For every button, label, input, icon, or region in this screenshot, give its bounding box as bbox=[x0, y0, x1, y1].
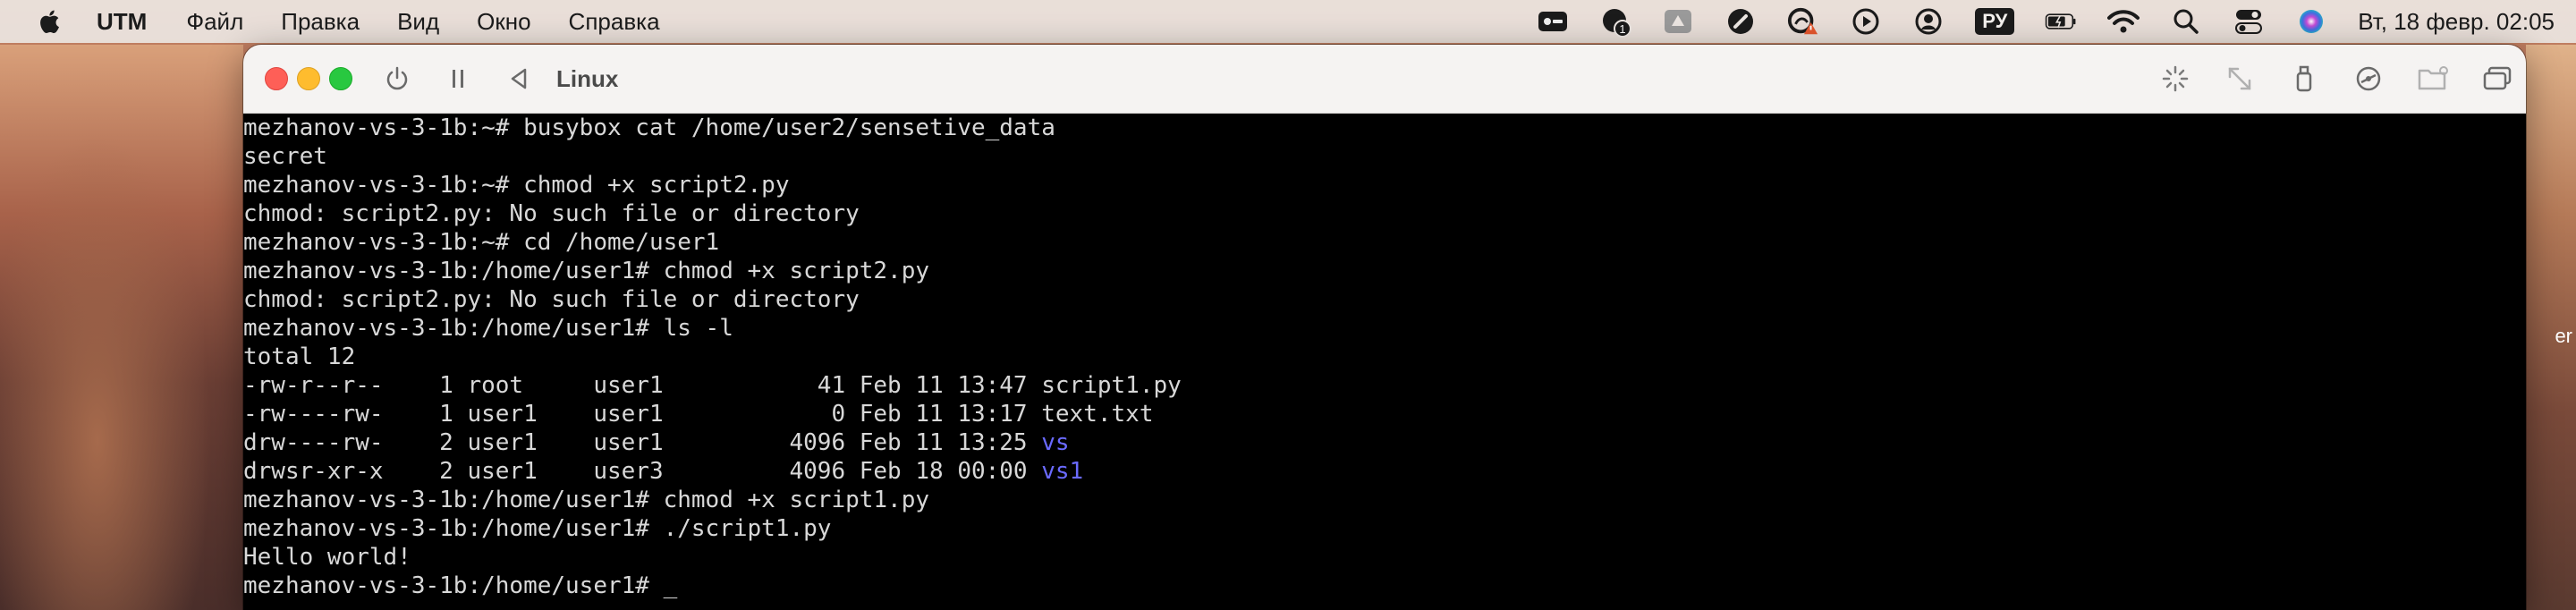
terminal-line: Hello world! bbox=[243, 544, 411, 571]
ls-entry: drwsr-xr-x 2 user1 user3 4096 Feb 18 00:… bbox=[243, 458, 1042, 485]
window-title: Linux bbox=[556, 64, 619, 92]
terminal-line: secret bbox=[243, 143, 327, 170]
terminal-line: chmod: script2.py: No such file or direc… bbox=[243, 286, 860, 313]
terminal-line: chmod: script2.py: No such file or direc… bbox=[243, 200, 860, 227]
search-icon[interactable] bbox=[2170, 5, 2202, 38]
directory-name: vs1 bbox=[1041, 458, 1084, 485]
prompt: mezhanov-vs-3-1b:/home/user1# bbox=[243, 572, 664, 599]
cloud-warning-icon[interactable] bbox=[1787, 5, 1819, 38]
terminal-line: total 12 bbox=[243, 343, 356, 370]
speed-icon[interactable] bbox=[1724, 5, 1757, 38]
menu-file[interactable]: Файл bbox=[186, 8, 243, 36]
terminal-line-dir-vs: drw----rw- 2 user1 user1 4096 Feb 11 13:… bbox=[243, 428, 1182, 457]
window-toolbar-right bbox=[2127, 45, 2513, 113]
input-language-badge[interactable]: РУ bbox=[1975, 8, 2015, 35]
terminal-line: mezhanov-vs-3-1b:~# cd /home/user1 bbox=[243, 229, 720, 256]
status-tray: 1 РУ Вт, 18 февр. 02:05 bbox=[1537, 0, 2576, 43]
directory-name: vs bbox=[1041, 429, 1070, 456]
usb-icon[interactable] bbox=[2288, 63, 2320, 95]
user-icon[interactable] bbox=[1912, 5, 1945, 38]
wifi-icon[interactable] bbox=[2107, 5, 2140, 38]
ls-entry: drw----rw- 2 user1 user1 4096 Feb 11 13:… bbox=[243, 429, 1042, 456]
power-icon[interactable] bbox=[381, 63, 413, 95]
menu-app-utm[interactable]: UTM bbox=[97, 8, 147, 36]
menu-view[interactable]: Вид bbox=[397, 8, 439, 36]
notification-count: 1 bbox=[1620, 22, 1626, 36]
apple-icon[interactable] bbox=[34, 5, 66, 38]
terminal-line: -rw-r--r-- 1 root user1 41 Feb 11 13:47 … bbox=[243, 372, 1182, 399]
battery-icon[interactable] bbox=[2045, 5, 2077, 38]
terminal-prompt-line: mezhanov-vs-3-1b:/home/user1# _ bbox=[243, 572, 1182, 600]
back-icon[interactable] bbox=[503, 63, 535, 95]
pause-icon[interactable] bbox=[442, 63, 474, 95]
siri-icon[interactable] bbox=[2295, 5, 2327, 38]
menu-bar: UTM Файл Правка Вид Окно Справка 1 РУ Вт… bbox=[0, 0, 2576, 43]
play-icon[interactable] bbox=[1850, 5, 1882, 38]
control-center-icon[interactable] bbox=[2233, 5, 2265, 38]
notification-icon[interactable]: 1 bbox=[1599, 5, 1632, 38]
terminal-line: mezhanov-vs-3-1b:/home/user1# ls -l bbox=[243, 315, 733, 342]
keyboard-icon[interactable] bbox=[1537, 5, 1569, 38]
minimize-window-button[interactable] bbox=[297, 67, 320, 90]
terminal-line: mezhanov-vs-3-1b:/home/user1# chmod +x s… bbox=[243, 487, 930, 513]
window-titlebar[interactable]: Linux bbox=[243, 45, 2526, 114]
terminal-line: mezhanov-vs-3-1b:~# chmod +x script2.py bbox=[243, 172, 790, 199]
capture-mouse-icon[interactable] bbox=[2159, 63, 2191, 95]
terminal-cursor: _ bbox=[663, 572, 678, 599]
desktop-item-label[interactable]: er bbox=[2555, 325, 2572, 348]
terminal-output: mezhanov-vs-3-1b:~# busybox cat /home/us… bbox=[243, 114, 1182, 600]
zoom-window-button[interactable] bbox=[329, 67, 352, 90]
close-window-button[interactable] bbox=[265, 67, 288, 90]
resize-icon[interactable] bbox=[2224, 63, 2256, 95]
terminal-line: mezhanov-vs-3-1b:~# busybox cat /home/us… bbox=[243, 114, 1055, 141]
terminal-display[interactable]: mezhanov-vs-3-1b:~# busybox cat /home/us… bbox=[243, 114, 2526, 610]
drive-icon[interactable] bbox=[2352, 63, 2385, 95]
menu-edit[interactable]: Правка bbox=[281, 8, 360, 36]
windows-icon[interactable] bbox=[2481, 63, 2513, 95]
menu-clock[interactable]: Вт, 18 февр. 02:05 bbox=[2358, 8, 2555, 36]
terminal-line: mezhanov-vs-3-1b:/home/user1# chmod +x s… bbox=[243, 258, 930, 284]
drive-icon[interactable] bbox=[1662, 5, 1694, 38]
menu-help[interactable]: Справка bbox=[569, 8, 660, 36]
terminal-line-dir-vs1: drwsr-xr-x 2 user1 user3 4096 Feb 18 00:… bbox=[243, 457, 1182, 486]
vm-window: Linux mezhanov-vs-3-1b:~# busybox cat /h… bbox=[243, 45, 2526, 610]
terminal-line: -rw----rw- 1 user1 user1 0 Feb 11 13:17 … bbox=[243, 401, 1154, 428]
desktop-wallpaper-left bbox=[0, 45, 243, 610]
menu-window[interactable]: Окно bbox=[477, 8, 530, 36]
shared-folder-icon[interactable] bbox=[2417, 63, 2449, 95]
terminal-line: mezhanov-vs-3-1b:/home/user1# ./script1.… bbox=[243, 515, 832, 542]
